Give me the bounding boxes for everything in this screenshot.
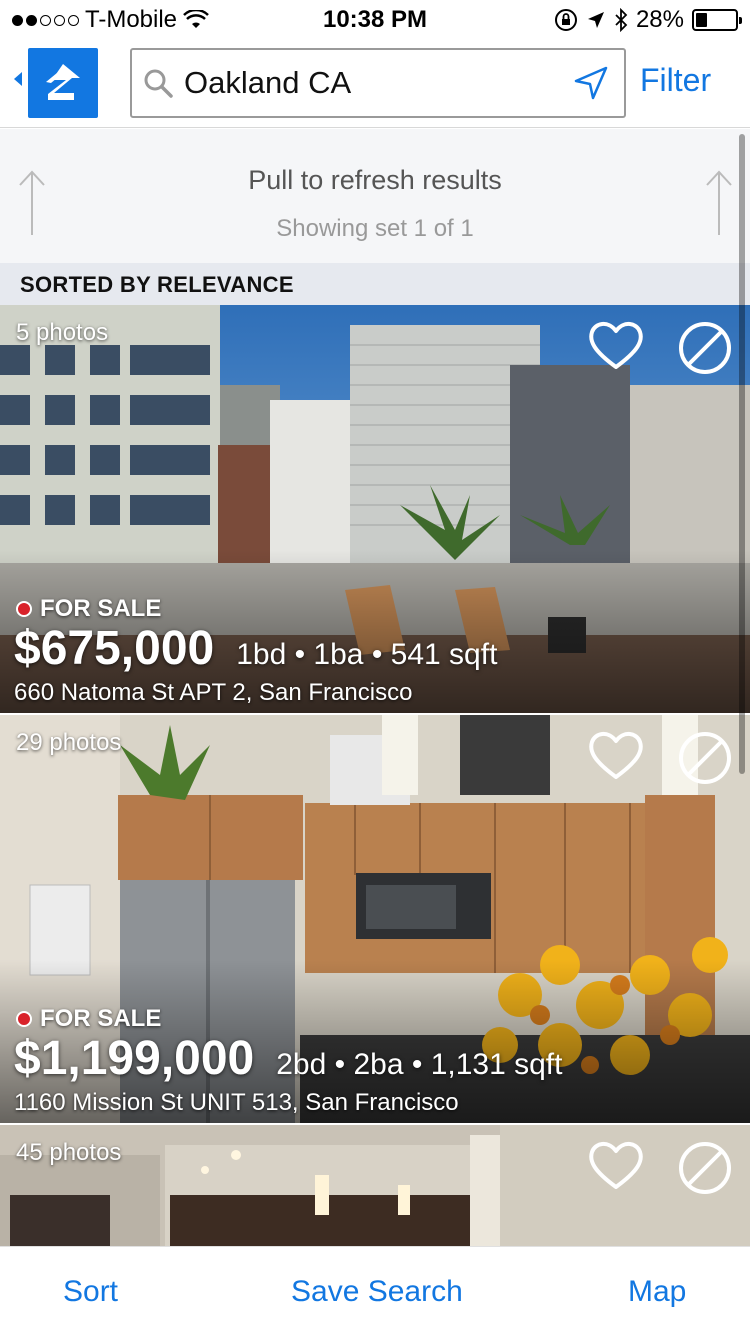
for-sale-dot-icon: [16, 601, 32, 617]
filter-button[interactable]: Filter: [640, 62, 711, 99]
scrollbar[interactable]: [739, 134, 745, 774]
photo-count: 45 photos: [16, 1139, 122, 1166]
rotation-lock-icon: [554, 9, 577, 31]
listing-card[interactable]: 5 photos FOR SALE $675,000 1bd • 1ba • 5…: [0, 305, 750, 713]
back-chevron-icon[interactable]: [14, 72, 22, 86]
for-sale-dot-icon: [16, 1011, 32, 1027]
bottom-toolbar: Sort Save Search Map: [0, 1246, 750, 1334]
listing-address: 1160 Mission St UNIT 513, San Francisco: [14, 1089, 459, 1116]
search-input[interactable]: [184, 65, 554, 101]
battery-icon: [692, 9, 742, 31]
status-bar: T-Mobile 10:38 PM 28%: [0, 0, 750, 40]
bluetooth-icon: [615, 8, 628, 32]
refresh-subtitle: Showing set 1 of 1: [276, 215, 474, 242]
listing-card[interactable]: 29 photos FOR SALE $1,199,000 2bd • 2ba …: [0, 715, 750, 1123]
listing-status: FOR SALE: [16, 1005, 161, 1033]
listing-price-line: $675,000 1bd • 1ba • 541 sqft: [14, 621, 497, 676]
listing-status-label: FOR SALE: [40, 1005, 162, 1032]
listing-address: 660 Natoma St APT 2, San Francisco: [14, 679, 413, 706]
search-box[interactable]: [130, 48, 626, 118]
map-button[interactable]: Map: [628, 1275, 686, 1309]
current-location-icon[interactable]: [572, 64, 610, 102]
sort-header: SORTED BY RELEVANCE: [0, 263, 750, 305]
signal-strength-icon: [12, 14, 79, 26]
listing-status: FOR SALE: [16, 595, 161, 623]
battery-percent: 28%: [635, 6, 684, 33]
save-search-button[interactable]: Save Search: [291, 1275, 463, 1309]
location-arrow-icon: [587, 12, 604, 28]
listing-card[interactable]: 45 photos: [0, 1125, 750, 1246]
search-header: Filter: [0, 40, 750, 128]
carrier-name: T-Mobile: [85, 6, 178, 33]
sort-button[interactable]: Sort: [63, 1275, 118, 1309]
listing-price-line: $1,199,000 2bd • 2ba • 1,131 sqft: [14, 1031, 562, 1086]
listing-status-label: FOR SALE: [40, 595, 162, 622]
hide-listing-icon[interactable]: [676, 319, 734, 377]
hide-listing-icon[interactable]: [676, 1139, 734, 1197]
search-icon: [144, 69, 173, 98]
heart-icon[interactable]: [586, 727, 646, 783]
listing-facts: 1bd • 1ba • 541 sqft: [236, 638, 498, 671]
photo-count: 5 photos: [16, 319, 109, 346]
zillow-logo[interactable]: [28, 48, 98, 118]
refresh-title: Pull to refresh results: [248, 165, 502, 195]
up-arrow-icon: [706, 170, 732, 235]
pull-to-refresh: Pull to refresh results Showing set 1 of…: [0, 129, 750, 263]
zillow-z-icon: [46, 64, 80, 100]
wifi-icon: [183, 10, 209, 28]
status-right: 28%: [554, 6, 742, 34]
status-left: T-Mobile: [12, 6, 209, 34]
heart-icon[interactable]: [586, 1137, 646, 1193]
listing-facts: 2bd • 2ba • 1,131 sqft: [276, 1048, 563, 1081]
listing-price: $1,199,000: [14, 1032, 255, 1085]
heart-icon[interactable]: [586, 317, 646, 373]
listing-price: $675,000: [14, 622, 215, 675]
photo-count: 29 photos: [16, 729, 122, 756]
hide-listing-icon[interactable]: [676, 729, 734, 787]
